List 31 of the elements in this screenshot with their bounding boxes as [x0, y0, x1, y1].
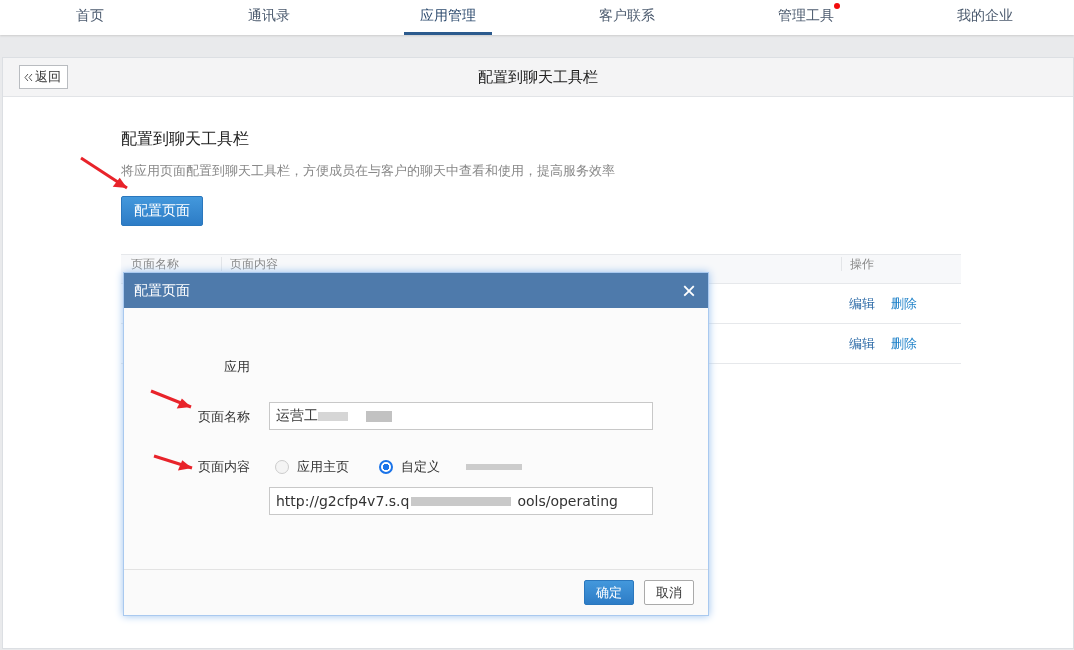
edit-link[interactable]: 编辑 — [849, 295, 875, 311]
confirm-button[interactable]: 确定 — [584, 580, 634, 605]
page-title: 配置到聊天工具栏 — [478, 67, 598, 87]
section-description: 将应用页面配置到聊天工具栏，方便成员在与客户的聊天中查看和使用，提高服务效率 — [121, 162, 616, 180]
column-header: 页面名称 — [131, 257, 179, 271]
page-name-field[interactable]: 运营工 — [269, 402, 653, 430]
nav-tab[interactable]: 首页 — [59, 0, 120, 35]
back-button[interactable]: 返回 — [19, 65, 68, 89]
dialog-title: 配置页面 — [134, 281, 190, 300]
delete-link[interactable]: 删除 — [891, 335, 917, 351]
nav-tab[interactable]: 客户联系 — [582, 0, 671, 35]
blurred-text-drawing — [464, 461, 524, 473]
close-button[interactable]: × — [680, 280, 698, 301]
configure-page-button[interactable]: 配置页面 — [121, 196, 203, 226]
form-label: 页面名称 — [198, 408, 250, 426]
radio-option[interactable]: 应用主页 — [269, 458, 373, 476]
form-label: 页面内容 — [198, 458, 250, 476]
nav-tab[interactable]: 我的企业 — [940, 0, 1029, 35]
url-field[interactable]: http://g2cfp4v7.s.q ools/operating — [269, 487, 653, 515]
section-heading: 配置到聊天工具栏 — [121, 129, 250, 150]
nav-tab[interactable]: 通讯录 — [231, 0, 306, 35]
delete-link[interactable]: 删除 — [891, 295, 917, 311]
double-chevron-icon — [24, 72, 33, 82]
cancel-button[interactable]: 取消 — [644, 580, 694, 605]
nav-tab[interactable]: 管理工具 — [761, 0, 850, 35]
radio-option[interactable]: 自定义 — [373, 458, 464, 476]
column-header: 页面内容 — [221, 257, 831, 271]
edit-link[interactable]: 编辑 — [849, 335, 875, 351]
nav-tab[interactable]: 应用管理 — [403, 0, 492, 35]
form-label: 应用 — [224, 358, 250, 376]
column-header: 操作 — [841, 257, 951, 271]
